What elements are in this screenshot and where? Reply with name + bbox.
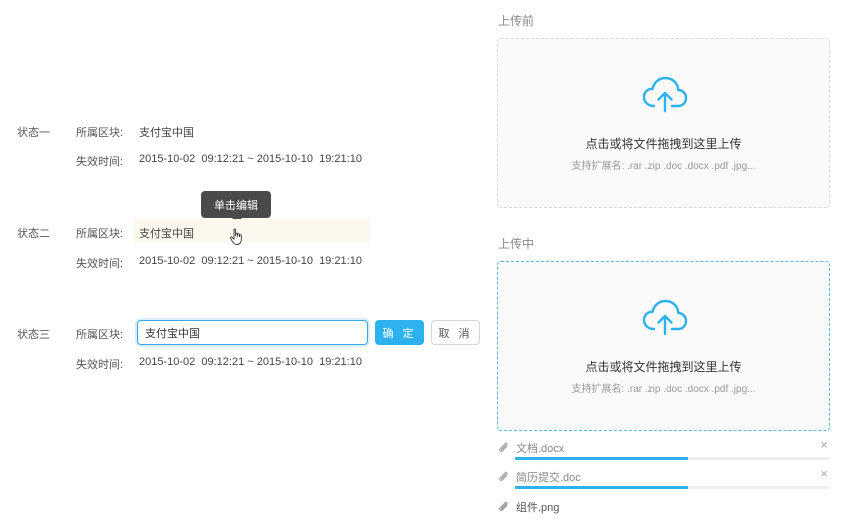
expire-value: 2015-10-02 09:12:21 ~ 2015-10-10 19:21:1… [139, 356, 362, 368]
expire-label: 失效时间: [76, 156, 124, 168]
upload-during-title: 上传中 [498, 237, 535, 251]
paperclip-icon [499, 442, 508, 452]
upload-progress-fill [515, 486, 689, 489]
state-two-label: 状态二 [17, 228, 50, 240]
file-item[interactable]: 文档.docx × [497, 438, 830, 455]
block-label: 所属区块: [76, 127, 124, 139]
upload-dropzone[interactable]: 点击或将文件拖拽到这里上传 支持扩展名: .rar .zip .doc .doc… [497, 38, 830, 208]
expire-label: 失效时间: [76, 258, 124, 270]
expire-value: 2015-10-02 09:12:21 ~ 2015-10-10 19:21:1… [139, 255, 362, 267]
expire-value: 2015-10-02 09:12:21 ~ 2015-10-10 19:21:1… [139, 153, 362, 165]
file-name: 文档.docx [516, 443, 565, 455]
cloud-upload-icon [642, 299, 688, 336]
expire-label: 失效时间: [76, 359, 124, 371]
file-item[interactable]: 简历提交.doc × [497, 467, 830, 484]
upload-before-title: 上传前 [498, 14, 535, 28]
upload-progress-bar [515, 486, 830, 489]
close-icon[interactable]: × [818, 467, 830, 480]
state-three-label: 状态三 [17, 329, 50, 341]
file-item[interactable]: 组件.png [497, 498, 830, 514]
cloud-upload-icon [642, 76, 688, 113]
file-name: 组件.png [516, 502, 560, 514]
dropzone-hint: 支持扩展名: .rar .zip .doc .docx .pdf .jpg... [571, 384, 756, 395]
upload-progress-bar [515, 457, 830, 460]
cancel-button[interactable]: 取 消 [431, 320, 480, 345]
dropzone-hint: 支持扩展名: .rar .zip .doc .docx .pdf .jpg... [571, 161, 756, 172]
close-icon[interactable]: × [818, 438, 830, 451]
upload-progress-fill [515, 457, 689, 460]
paperclip-icon [499, 501, 508, 511]
paperclip-icon [499, 471, 508, 481]
edit-tooltip: 单击编辑 [201, 191, 271, 223]
state-one-label: 状态一 [17, 127, 50, 139]
confirm-button[interactable]: 确 定 [375, 320, 424, 345]
block-value-hover[interactable]: 支付宝中国 [139, 225, 194, 241]
block-label: 所属区块: [76, 329, 124, 341]
block-value[interactable]: 支付宝中国 [139, 124, 194, 140]
block-edit-input[interactable] [137, 320, 368, 345]
tooltip-text: 单击编辑 [214, 199, 258, 212]
file-name: 简历提交.doc [516, 472, 581, 484]
block-label: 所属区块: [76, 228, 124, 240]
hand-pointer-icon [230, 228, 242, 245]
dropzone-title: 点击或将文件拖拽到这里上传 [585, 360, 742, 374]
dropzone-title: 点击或将文件拖拽到这里上传 [585, 137, 742, 151]
upload-dropzone-active[interactable]: 点击或将文件拖拽到这里上传 支持扩展名: .rar .zip .doc .doc… [497, 261, 830, 431]
